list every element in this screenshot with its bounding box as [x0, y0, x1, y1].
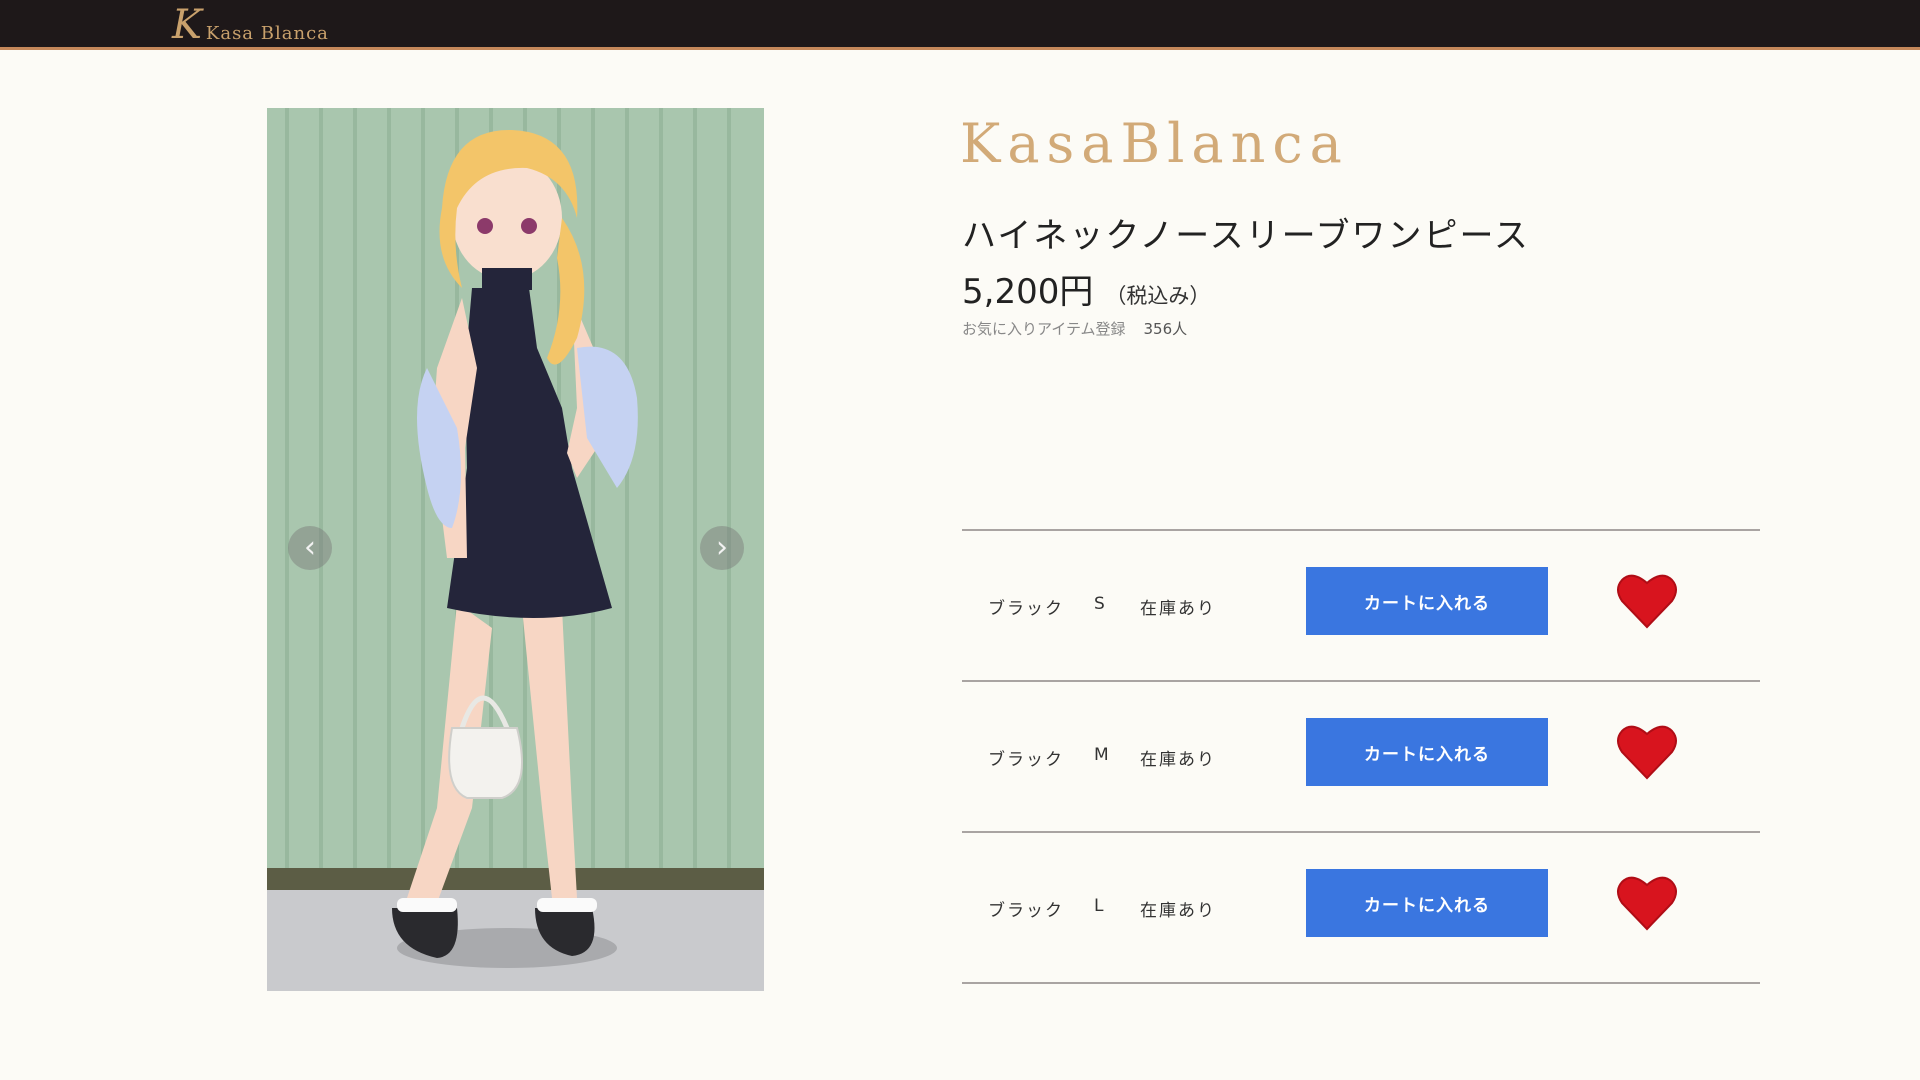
site-header: K Kasa Blanca — [0, 0, 1920, 50]
variant-list: ブラック S 在庫あり カートに入れる ブラック M 在庫あり カートに入れる … — [962, 529, 1760, 984]
variant-size: M — [1094, 745, 1109, 765]
variant-color: ブラック — [988, 901, 1064, 921]
favorite-label: お気に入りアイテム登録 — [962, 320, 1126, 338]
variant-stock: 在庫あり — [1140, 750, 1216, 770]
add-to-cart-button[interactable]: カートに入れる — [1306, 567, 1548, 635]
product-title: ハイネックノースリーブワンピース — [962, 216, 1530, 256]
add-to-cart-button[interactable]: カートに入れる — [1306, 869, 1548, 937]
product-image — [267, 108, 764, 991]
product-price: 5,200円 — [962, 272, 1094, 312]
variant-size: L — [1094, 896, 1104, 916]
variant-row: ブラック S 在庫あり カートに入れる — [962, 531, 1760, 680]
favorite-count: お気に入りアイテム登録 356人 — [962, 318, 1187, 339]
tax-note: （税込み） — [1105, 284, 1211, 308]
variant-color: ブラック — [988, 599, 1064, 619]
price-row: 5,200円 （税込み） — [962, 264, 1210, 313]
logo-mark: K — [172, 2, 202, 48]
site-logo[interactable]: K Kasa Blanca — [172, 2, 329, 48]
product-illustration — [267, 108, 764, 991]
logo-text: Kasa Blanca — [205, 23, 329, 44]
heart-icon[interactable] — [1616, 571, 1678, 631]
variant-size: S — [1094, 594, 1105, 614]
heart-icon[interactable] — [1616, 722, 1678, 782]
favorite-count-value: 356人 — [1143, 320, 1188, 338]
variant-row: ブラック M 在庫あり カートに入れる — [962, 682, 1760, 831]
heart-icon[interactable] — [1616, 873, 1678, 933]
add-to-cart-button[interactable]: カートに入れる — [1306, 718, 1548, 786]
divider — [962, 982, 1760, 984]
variant-stock: 在庫あり — [1140, 901, 1216, 921]
chevron-right-icon[interactable]: › — [700, 526, 744, 570]
variant-color: ブラック — [988, 750, 1064, 770]
brand-name: KasaBlanca — [960, 112, 1349, 175]
chevron-left-icon[interactable]: ‹ — [288, 526, 332, 570]
variant-stock: 在庫あり — [1140, 599, 1216, 619]
variant-row: ブラック L 在庫あり カートに入れる — [962, 833, 1760, 982]
